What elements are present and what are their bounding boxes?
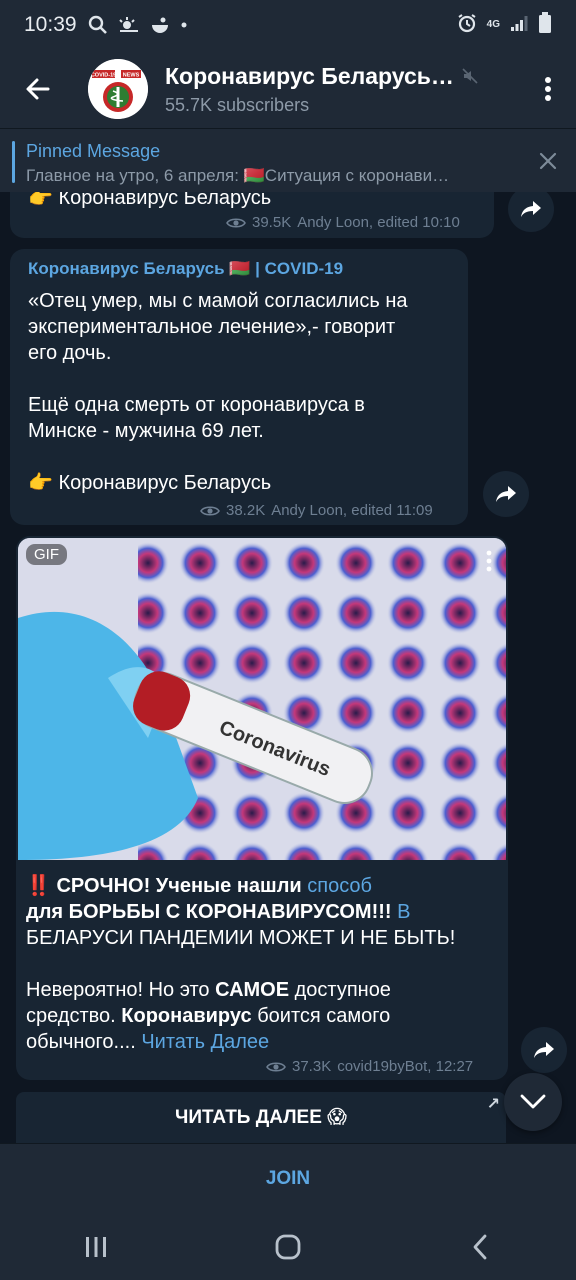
search-icon [87,14,109,36]
message-line: для БОРЬБЫ С КОРОНАВИРУСОМ!!! В [26,899,410,925]
body-bold-text: САМОЕ [215,979,290,1001]
message-line: экспериментальное лечение»,- говорит [28,316,396,338]
more-vertical-icon [486,550,492,572]
message-line: Минске - мужчина 69 лет. [28,420,264,442]
pinned-close-button[interactable] [534,147,562,175]
pinned-label: Pinned Message [26,141,161,161]
alarm-icon [457,13,477,38]
system-navigation-bar [0,1213,576,1280]
view-count: 37.3K [292,1058,332,1075]
inline-link[interactable]: БЕЛАРУСИ ПАНДЕМИИ МОЖЕТ И НЕ БЫТЬ! [26,925,455,951]
headline-text: для БОРЬБЫ С КОРОНАВИРУСОМ!!! [26,901,398,923]
body-text: боится самого [251,1005,391,1027]
more-menu-button[interactable] [520,50,576,128]
subscriber-count: 55.7K subscribers [165,94,310,115]
views-eye-icon [200,505,220,516]
body-text: обычного.... [26,1031,142,1053]
message-meta: 38.2K Andy Loon, edited 11:09 [200,502,433,519]
headline-text: ‼️ СРОЧНО! Ученые нашли [26,875,308,897]
message-line: его дочь. [28,342,112,364]
channel-avatar[interactable]: COVID-19 NEWS [88,59,148,119]
message-line: Невероятно! Но это САМОЕ доступное [26,977,391,1003]
message-meta: 39.5K Andy Loon, edited 10:10 [226,214,460,231]
pinned-message-bar[interactable]: Pinned Message Главное на утро, 6 апреля… [0,128,576,192]
join-button[interactable]: JOIN [0,1143,576,1213]
telegram-channel-screen: 10:39 4G COVID-19 NEWS Коронавирус Белар… [0,0,576,1280]
body-text: доступное [289,979,391,1001]
recent-apps-icon [86,1236,106,1257]
home-icon [275,1234,301,1259]
pinned-accent-bar [12,141,15,183]
body-bold-text: Коронавирус [121,1005,252,1027]
gif-media[interactable]: Coronavirus [18,538,506,860]
inline-link[interactable]: В [397,901,410,923]
views-eye-icon [266,1061,286,1072]
avatar-label-left: COVID-19 [91,72,116,78]
scroll-to-bottom-button[interactable] [504,1073,562,1131]
share-button[interactable] [483,471,529,517]
recent-apps-button[interactable] [56,1217,136,1277]
body-text: средство. [26,1005,122,1027]
inline-link[interactable]: способ [307,875,372,897]
dot-icon [179,20,189,30]
gif-preview-image: Coronavirus [18,538,506,860]
back-button[interactable] [0,50,76,128]
weather-icon [117,15,141,35]
channel-header: COVID-19 NEWS Коронавирус Беларусь… 55.7… [0,50,576,128]
message-line: Ещё одна смерть от коронавируса в [28,394,365,416]
channel-link[interactable]: 👉 Коронавирус Беларусь [28,192,271,211]
muted-icon [462,68,478,84]
gif-badge: GIF [26,544,67,565]
read-more-label: ЧИТАТЬ ДАЛЕЕ 😱 [175,1107,347,1128]
external-link-icon: ↗ [486,1096,500,1113]
home-button[interactable] [248,1217,328,1277]
close-icon [539,152,557,170]
message-list[interactable]: 👉 Коронавирус Беларусь 39.5K Andy Loon, … [0,192,576,1143]
message-meta: 37.3K covid19byBot, 12:27 [266,1058,473,1075]
message-line: обычного.... Читать Далее [26,1029,269,1055]
network-type: 4G [486,19,500,30]
more-vertical-icon [545,77,551,101]
message-line: «Отец умер, мы с мамой согласились на [28,290,408,312]
forward-icon [521,201,541,217]
gif-menu-button[interactable] [476,546,502,576]
view-count: 39.5K [252,214,292,231]
message-author-time: Andy Loon, edited 10:10 [297,214,460,231]
read-more-button[interactable]: ЧИТАТЬ ДАЛЕЕ 😱 ↗ [16,1092,506,1143]
status-bar: 10:39 4G [0,0,576,50]
arrow-left-icon [26,78,50,100]
pinned-text: Главное на утро, 6 апреля: 🇧🇾Ситуация с … [26,166,450,185]
forward-icon [534,1042,554,1058]
avatar-label-right: NEWS [123,72,140,78]
views-eye-icon [226,217,246,228]
share-button[interactable] [521,1027,567,1073]
clock: 10:39 [24,13,77,36]
notification-icon [149,15,171,35]
body-text: Невероятно! Но это [26,979,216,1001]
back-nav-button[interactable] [440,1217,520,1277]
message-author-time: Andy Loon, edited 11:09 [271,502,433,519]
channel-link[interactable]: 👉 Коронавирус Беларусь [28,470,271,496]
read-more-link[interactable]: Читать Далее [141,1031,269,1053]
message-line: ‼️ СРОЧНО! Ученые нашли способ [26,873,372,899]
share-button[interactable] [508,192,554,232]
chevron-down-icon [520,1094,546,1109]
view-count: 38.2K [226,502,266,519]
message-line: средство. Коронавирус боится самого [26,1003,390,1029]
battery-icon [538,11,552,39]
chevron-left-icon [473,1234,487,1259]
message-author-time: covid19byBot, 12:27 [337,1058,474,1075]
channel-title[interactable]: Коронавирус Беларусь… [165,63,454,90]
forward-icon [496,486,516,502]
forwarded-from[interactable]: Коронавирус Беларусь 🇧🇾 | COVID-19 [28,259,343,279]
signal-icon [510,14,528,37]
